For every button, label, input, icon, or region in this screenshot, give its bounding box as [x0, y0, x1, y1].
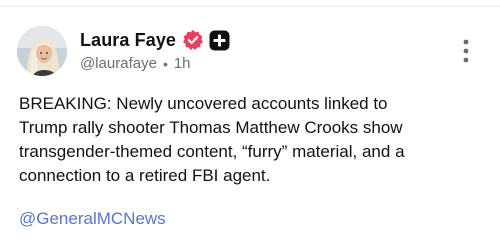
verified-badge-icon — [182, 29, 204, 51]
plus-badge-icon — [209, 30, 230, 51]
post-card: Laura Faye @laurafaye • 1h BREAKING: New… — [0, 0, 500, 250]
more-options-button[interactable] — [456, 37, 476, 65]
name-row: Laura Faye — [80, 28, 230, 52]
author-handle[interactable]: @laurafaye — [80, 55, 157, 72]
post-header: Laura Faye @laurafaye • 1h — [80, 28, 230, 72]
author-name[interactable]: Laura Faye — [80, 30, 176, 51]
avatar[interactable] — [17, 26, 67, 76]
avatar-image — [17, 26, 67, 76]
meta-row: @laurafaye • 1h — [80, 55, 230, 72]
more-vertical-icon — [463, 39, 469, 63]
meta-separator: • — [162, 55, 168, 72]
post-timestamp[interactable]: 1h — [174, 55, 191, 72]
post-body-text: BREAKING: Newly uncovered accounts linke… — [19, 94, 405, 185]
mention-link[interactable]: @GeneralMCNews — [19, 207, 166, 231]
